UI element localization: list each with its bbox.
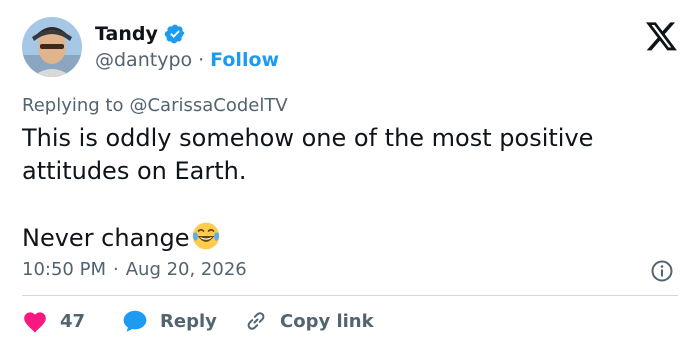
author-handle-row: @dantypo · Follow — [95, 48, 279, 72]
like-count: 47 — [60, 310, 86, 332]
follow-button[interactable]: Follow — [210, 49, 279, 71]
reply-label: Reply — [160, 310, 217, 332]
copy-link-label: Copy link — [280, 310, 374, 332]
tweet-text-line: This is oddly somehow one of the most po… — [22, 124, 594, 152]
tweet-time: 10:50 PM — [22, 258, 106, 280]
like-button[interactable]: 47 — [22, 309, 122, 333]
tweet-text: This is oddly somehow one of the most po… — [22, 122, 662, 254]
tweet-text-blank — [22, 188, 662, 221]
heart-icon — [24, 312, 46, 333]
author-handle[interactable]: @dantypo — [95, 49, 192, 71]
avatar-photo — [22, 17, 82, 77]
divider — [22, 295, 678, 296]
timestamp-separator: · — [112, 258, 119, 280]
verified-badge-icon — [164, 24, 185, 44]
copy-link-button[interactable]: Copy link — [244, 309, 374, 333]
x-logo-icon[interactable] — [646, 22, 678, 52]
tweet-timestamp[interactable]: 10:50 PM · Aug 20, 2026 — [22, 256, 247, 282]
replying-prefix: Replying to — [22, 94, 124, 116]
replying-to-mention[interactable]: @CarissaCodelTV — [129, 95, 287, 116]
reply-bubble-icon — [123, 310, 147, 332]
link-icon — [247, 312, 265, 330]
action-bar: 47 Reply Copy link — [22, 306, 374, 336]
author-name[interactable]: Tandy — [95, 23, 158, 45]
replying-to: Replying to @CarissaCodelTV — [22, 92, 288, 118]
face-with-tears-of-joy-icon — [192, 222, 219, 250]
reply-button[interactable]: Reply — [122, 309, 244, 333]
tweet-date: Aug 20, 2026 — [125, 258, 247, 280]
author-name-row: Tandy — [95, 22, 186, 46]
tweet-text-last-line: Never change — [22, 221, 662, 254]
avatar[interactable] — [22, 17, 82, 77]
tweet-text-line: attitudes on Earth. — [22, 157, 247, 185]
info-icon[interactable] — [650, 259, 674, 283]
handle-separator: · — [198, 49, 205, 71]
tweet-text-line: Never change — [22, 224, 190, 252]
